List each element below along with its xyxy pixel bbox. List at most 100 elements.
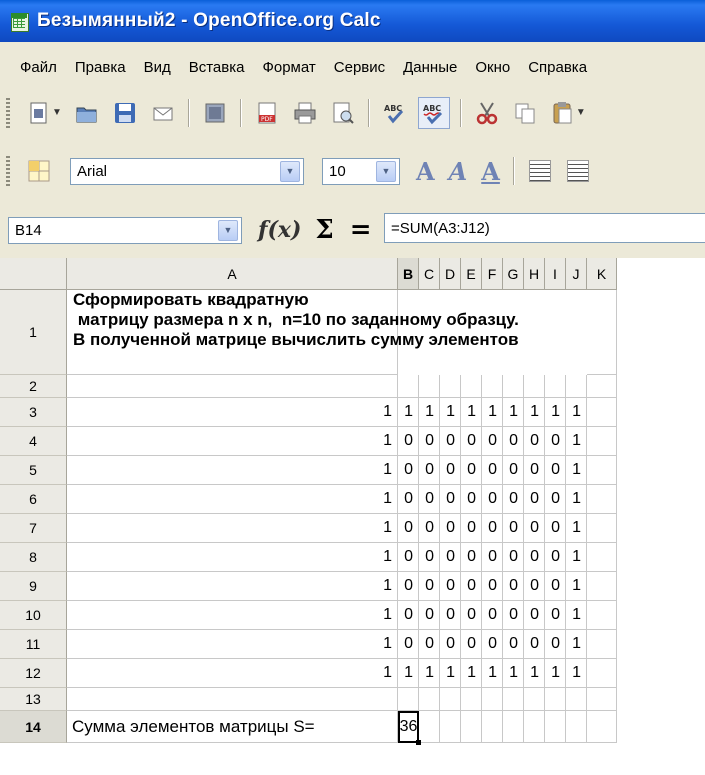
formula-input[interactable]: =SUM(A3:J12) bbox=[384, 213, 705, 243]
row-header-1[interactable]: 1 bbox=[0, 290, 67, 375]
row-header-14[interactable]: 14 bbox=[0, 711, 67, 743]
cell-c5[interactable]: 0 bbox=[419, 456, 440, 485]
menu-window[interactable]: Окно bbox=[467, 59, 520, 76]
export-pdf-button[interactable]: PDF bbox=[252, 98, 282, 128]
cell-f5[interactable]: 0 bbox=[482, 456, 503, 485]
cell-h6[interactable]: 0 bbox=[524, 485, 545, 514]
column-header-e[interactable]: E bbox=[461, 258, 482, 290]
cell-h10[interactable]: 0 bbox=[524, 601, 545, 630]
print-button[interactable] bbox=[290, 98, 320, 128]
column-header-h[interactable]: H bbox=[524, 258, 545, 290]
cell-d8[interactable]: 0 bbox=[440, 543, 461, 572]
cell-g12[interactable]: 1 bbox=[503, 659, 524, 688]
font-size-combo[interactable]: 10 ▼ bbox=[322, 157, 400, 185]
cell-i11[interactable]: 0 bbox=[545, 630, 566, 659]
row-header-13[interactable]: 13 bbox=[0, 688, 67, 711]
cell-b10[interactable]: 0 bbox=[398, 601, 419, 630]
cell-a10[interactable]: 1 bbox=[67, 601, 398, 630]
cell-d11[interactable]: 0 bbox=[440, 630, 461, 659]
cell-i9[interactable]: 0 bbox=[545, 572, 566, 601]
name-box-dropdown-icon[interactable]: ▼ bbox=[218, 219, 238, 241]
cell-e11[interactable]: 0 bbox=[461, 630, 482, 659]
cell-g2[interactable] bbox=[503, 375, 524, 398]
cell-c8[interactable]: 0 bbox=[419, 543, 440, 572]
cell-k4[interactable] bbox=[587, 427, 617, 456]
row-header-7[interactable]: 7 bbox=[0, 514, 67, 543]
cell-b12[interactable]: 1 bbox=[398, 659, 419, 688]
cell-d10[interactable]: 0 bbox=[440, 601, 461, 630]
cell-c14[interactable] bbox=[419, 711, 440, 743]
cell-f2[interactable] bbox=[482, 375, 503, 398]
cell-e9[interactable]: 0 bbox=[461, 572, 482, 601]
font-size-dropdown-icon[interactable]: ▼ bbox=[376, 160, 396, 182]
cell-b6[interactable]: 0 bbox=[398, 485, 419, 514]
spellcheck-button[interactable]: ABC bbox=[380, 98, 410, 128]
cell-d13[interactable] bbox=[440, 688, 461, 711]
font-name-combo[interactable]: Arial ▼ bbox=[70, 157, 304, 185]
cell-i8[interactable]: 0 bbox=[545, 543, 566, 572]
column-header-a[interactable]: A bbox=[67, 258, 398, 290]
cell-k13[interactable] bbox=[587, 688, 617, 711]
active-cell-b14[interactable]: 36 bbox=[398, 711, 419, 743]
column-header-d[interactable]: D bbox=[440, 258, 461, 290]
save-button[interactable] bbox=[110, 98, 140, 128]
cell-h3[interactable]: 1 bbox=[524, 398, 545, 427]
name-box[interactable]: B14 ▼ bbox=[8, 216, 242, 244]
cell-k14[interactable] bbox=[587, 711, 617, 743]
cell-f12[interactable]: 1 bbox=[482, 659, 503, 688]
cell-i7[interactable]: 0 bbox=[545, 514, 566, 543]
row-header-11[interactable]: 11 bbox=[0, 630, 67, 659]
cell-k11[interactable] bbox=[587, 630, 617, 659]
cell-g10[interactable]: 0 bbox=[503, 601, 524, 630]
cell-j10[interactable]: 1 bbox=[566, 601, 587, 630]
copy-button[interactable] bbox=[510, 98, 540, 128]
cell-h4[interactable]: 0 bbox=[524, 427, 545, 456]
row-header-5[interactable]: 5 bbox=[0, 456, 67, 485]
cell-a2[interactable] bbox=[67, 375, 398, 398]
cell-f9[interactable]: 0 bbox=[482, 572, 503, 601]
cell-h12[interactable]: 1 bbox=[524, 659, 545, 688]
cell-c11[interactable]: 0 bbox=[419, 630, 440, 659]
cell-b5[interactable]: 0 bbox=[398, 456, 419, 485]
cell-b7[interactable]: 0 bbox=[398, 514, 419, 543]
cell-f14[interactable] bbox=[482, 711, 503, 743]
function-wizard-button[interactable]: f(x) bbox=[258, 217, 301, 243]
cell-g8[interactable]: 0 bbox=[503, 543, 524, 572]
menu-insert[interactable]: Вставка bbox=[181, 59, 255, 76]
cell-c3[interactable]: 1 bbox=[419, 398, 440, 427]
cell-b13[interactable] bbox=[398, 688, 419, 711]
column-header-b[interactable]: B bbox=[398, 258, 419, 290]
cell-i5[interactable]: 0 bbox=[545, 456, 566, 485]
cell-f3[interactable]: 1 bbox=[482, 398, 503, 427]
cell-j7[interactable]: 1 bbox=[566, 514, 587, 543]
cell-i3[interactable]: 1 bbox=[545, 398, 566, 427]
cell-a7[interactable]: 1 bbox=[67, 514, 398, 543]
cell-d7[interactable]: 0 bbox=[440, 514, 461, 543]
cell-d14[interactable] bbox=[440, 711, 461, 743]
toolbar-grip[interactable] bbox=[6, 97, 10, 128]
cell-e4[interactable]: 0 bbox=[461, 427, 482, 456]
row-header-3[interactable]: 3 bbox=[0, 398, 67, 427]
menu-format[interactable]: Формат bbox=[254, 59, 325, 76]
cell-b3[interactable]: 1 bbox=[398, 398, 419, 427]
cell-b8[interactable]: 0 bbox=[398, 543, 419, 572]
menu-file[interactable]: Файл bbox=[0, 59, 67, 76]
align-center-button[interactable] bbox=[566, 160, 589, 182]
cell-i14[interactable] bbox=[545, 711, 566, 743]
cell-d4[interactable]: 0 bbox=[440, 427, 461, 456]
cell-b2[interactable] bbox=[398, 375, 419, 398]
cell-d12[interactable]: 1 bbox=[440, 659, 461, 688]
cut-button[interactable] bbox=[472, 98, 502, 128]
cell-g6[interactable]: 0 bbox=[503, 485, 524, 514]
cell-g11[interactable]: 0 bbox=[503, 630, 524, 659]
cell-a4[interactable]: 1 bbox=[67, 427, 398, 456]
cell-c6[interactable]: 0 bbox=[419, 485, 440, 514]
cell-e14[interactable] bbox=[461, 711, 482, 743]
cell-h11[interactable]: 0 bbox=[524, 630, 545, 659]
spreadsheet-grid[interactable]: ABCDEFGHIJK12311111111114100000000151000… bbox=[0, 258, 705, 775]
cell-h5[interactable]: 0 bbox=[524, 456, 545, 485]
cell-a8[interactable]: 1 bbox=[67, 543, 398, 572]
cell-f4[interactable]: 0 bbox=[482, 427, 503, 456]
cell-k1[interactable] bbox=[587, 290, 617, 375]
cell-e3[interactable]: 1 bbox=[461, 398, 482, 427]
